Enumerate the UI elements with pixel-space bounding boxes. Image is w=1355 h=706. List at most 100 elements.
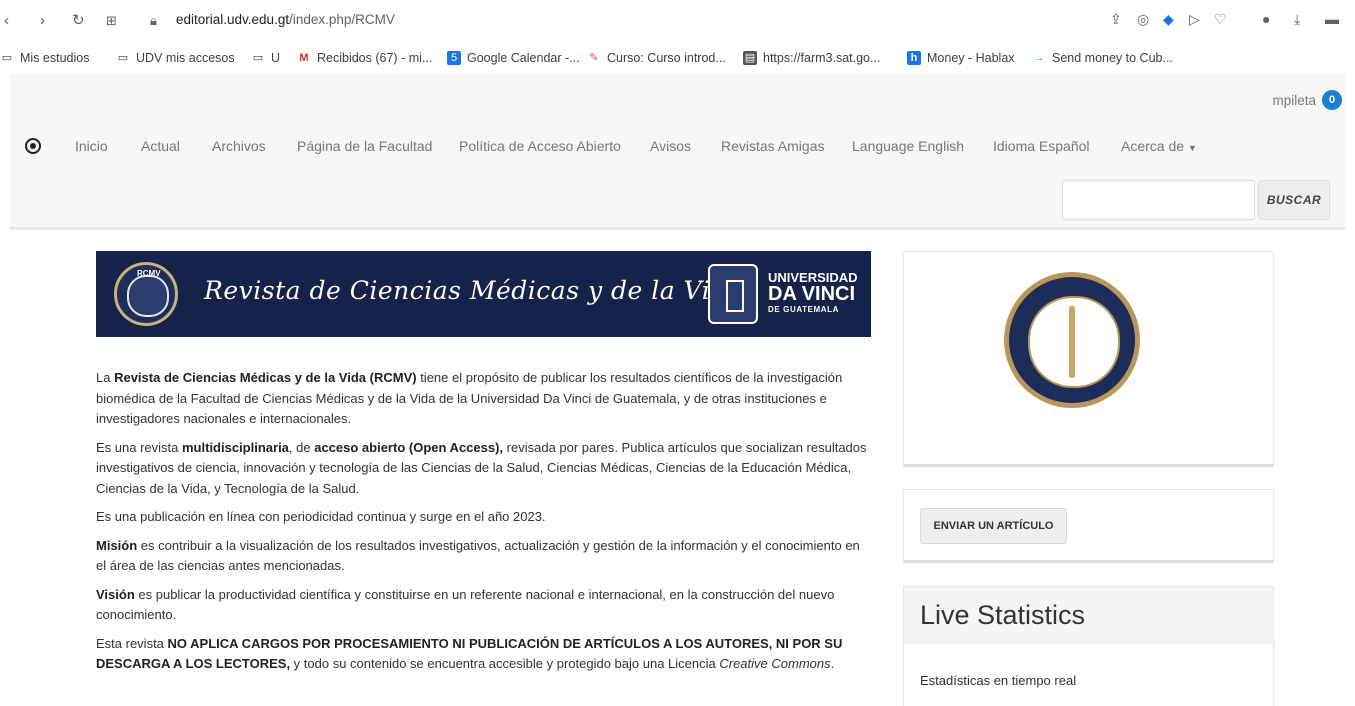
bookmark-label: Google Calendar -...	[467, 51, 580, 65]
page-icon: ▤	[743, 51, 757, 65]
bookmark-label: Send money to Cub...	[1052, 51, 1173, 65]
search-button[interactable]: BUSCAR	[1258, 180, 1330, 220]
university-logo-text: UNIVERSIDAD DA VINCI DE GUATEMALA	[768, 271, 858, 314]
journal-banner: RCMV Revista de Ciencias Médicas y de la…	[96, 251, 871, 337]
download-icon[interactable]: ⤓	[1294, 11, 1300, 28]
paragraph-license: Esta revista NO APLICA CARGOS POR PROCES…	[96, 634, 871, 675]
nav-politica-acceso[interactable]: Política de Acceso Abierto	[459, 138, 621, 154]
profile-icon[interactable]: ●	[1262, 11, 1270, 27]
folder-icon: ▭	[1, 52, 13, 64]
browser-toolbar: ‹ › ↻ ⊞ 🔒︎ editorial.udv.edu.gt/index.ph…	[0, 0, 1355, 42]
journal-name: Revista de Ciencias Médicas y de la Vida…	[114, 370, 417, 385]
heart-icon[interactable]: ♡	[1214, 11, 1227, 28]
bookmark-farm3[interactable]: ▤ https://farm3.sat.go...	[743, 51, 880, 65]
lock-icon[interactable]: 🔒︎	[150, 12, 157, 30]
paragraph-periodicity: Es una publicación en línea con periodic…	[96, 509, 546, 524]
paragraph-vision: Visión es publicar la productividad cien…	[96, 585, 871, 626]
paragraph-mission: Misión es contribuir a la visualización …	[96, 536, 871, 577]
course-icon: ✎	[589, 52, 599, 64]
text: es publicar la productividad científica …	[96, 586, 835, 623]
folder-icon: ▭	[117, 52, 129, 64]
site-header: mpileta 0 Inicio Actual Archivos Página …	[10, 74, 1345, 230]
url-field[interactable]: editorial.udv.edu.gt/index.php/RCMV	[176, 12, 395, 27]
bookmark-send-money[interactable]: → Send money to Cub...	[1032, 51, 1173, 65]
bookmark-label: Mis estudios	[20, 51, 90, 65]
bookmark-calendar[interactable]: 5 Google Calendar -...	[447, 51, 580, 65]
search-input[interactable]	[1062, 180, 1255, 220]
submit-article-button[interactable]: ENVIAR UN ARTÍCULO	[920, 508, 1067, 544]
share-icon[interactable]: ⇪	[1110, 11, 1122, 28]
battery-icon[interactable]: ▬	[1325, 11, 1339, 27]
emphasis: Misión	[96, 537, 138, 553]
bookmark-label: Money - Hablax	[927, 51, 1015, 65]
tab-grid-icon[interactable]: ⊞	[106, 12, 117, 30]
nav-archivos[interactable]: Archivos	[212, 138, 266, 154]
banner-title: Revista de Ciencias Médicas y de la Vida	[204, 276, 743, 305]
reload-icon[interactable]: ↻	[72, 12, 85, 30]
url-path: /index.php/RCMV	[289, 12, 395, 27]
bookmark-hablax[interactable]: h Money - Hablax	[907, 51, 1015, 65]
live-statistics-text[interactable]: Estadísticas en tiempo real	[920, 673, 1076, 688]
emphasis: Visión	[96, 586, 135, 602]
send-icon[interactable]: ▷	[1189, 11, 1200, 28]
gmail-icon: M	[299, 52, 309, 64]
license-name: Creative Commons	[719, 656, 831, 671]
text: La	[96, 370, 115, 385]
url-host: editorial.udv.edu.gt	[176, 12, 290, 27]
live-statistics-title: Live Statistics	[904, 587, 1273, 644]
shield-icon[interactable]: ◆	[1163, 11, 1174, 28]
bookmark-label: Curso: Curso introd...	[607, 51, 726, 65]
caret-down-icon: ▼	[1187, 143, 1197, 153]
bookmark-label: UDV mis accesos	[136, 51, 235, 65]
emphasis: multidisciplinaria	[182, 439, 289, 455]
paragraph-intro: La Revista de Ciencias Médicas y de la V…	[96, 368, 871, 430]
back-icon[interactable]: ‹	[4, 12, 9, 30]
text: Es una revista	[96, 439, 182, 455]
journal-description: La Revista de Ciencias Médicas y de la V…	[96, 368, 871, 683]
user-menu[interactable]: mpileta 0	[1272, 90, 1342, 110]
bookmarks-bar: ▭ Mis estudios ▭ UDV mis accesos ▭ U M Recib…	[0, 42, 1355, 74]
bookmark-label: Recibidos (67) - mi...	[317, 51, 433, 65]
nav-revistas-amigas[interactable]: Revistas Amigas	[721, 138, 824, 154]
live-statistics-panel: Live Statistics Estadísticas en tiempo r…	[903, 586, 1274, 706]
nav-inicio[interactable]: Inicio	[75, 138, 108, 154]
submit-panel: ENVIAR UN ARTÍCULO	[903, 489, 1274, 563]
paragraph-scope: Es una revista multidisciplinaria, de ac…	[96, 438, 871, 500]
bookmark-mis-estudios[interactable]: ▭ Mis estudios	[0, 51, 90, 65]
text: .	[830, 656, 835, 671]
notification-badge: 0	[1322, 90, 1342, 110]
screenshot-icon[interactable]: ◎	[1137, 11, 1149, 28]
forward-icon[interactable]: ›	[40, 12, 45, 30]
faculty-logo-panel	[903, 251, 1274, 467]
university-line3: DE GUATEMALA	[768, 305, 840, 314]
bookmark-gmail[interactable]: M Recibidos (67) - mi...	[297, 51, 432, 65]
calendar-icon: 5	[447, 51, 461, 65]
text: es contribuir a la visualización de los …	[96, 537, 860, 574]
university-shield-icon	[708, 264, 758, 324]
text: y todo su contenido se encuentra accesib…	[290, 656, 720, 671]
caduceus-icon	[1069, 306, 1075, 378]
nav-language-english[interactable]: Language English	[852, 138, 964, 154]
arrow-icon: →	[1033, 52, 1045, 64]
site-logo-icon[interactable]	[25, 138, 41, 154]
nav-acerca-de-label: Acerca de	[1121, 138, 1185, 154]
bookmark-label: U	[271, 51, 281, 65]
text: Esta revista	[96, 635, 168, 651]
hablax-icon: h	[907, 51, 921, 65]
text: , de	[288, 439, 315, 455]
university-line2: DA VINCI	[768, 283, 856, 305]
folder-icon: ▭	[252, 52, 264, 64]
seal-label: RCMV	[137, 269, 161, 278]
bookmark-u[interactable]: ▭ U	[251, 51, 280, 65]
emphasis: acceso abierto (Open Access),	[314, 439, 504, 455]
nav-actual[interactable]: Actual	[141, 138, 180, 154]
nav-acerca-de[interactable]: Acerca de ▼	[1121, 138, 1197, 154]
bookmark-udv-accesos[interactable]: ▭ UDV mis accesos	[116, 51, 235, 65]
nav-idioma-espanol[interactable]: Idioma Español	[993, 138, 1090, 154]
username: mpileta	[1272, 92, 1316, 108]
rcmv-seal-icon: RCMV	[114, 262, 178, 326]
bookmark-curso[interactable]: ✎ Curso: Curso introd...	[587, 51, 726, 65]
nav-pagina-facultad[interactable]: Página de la Facultad	[297, 138, 432, 154]
bookmark-label: https://farm3.sat.go...	[763, 51, 881, 65]
nav-avisos[interactable]: Avisos	[650, 138, 691, 154]
